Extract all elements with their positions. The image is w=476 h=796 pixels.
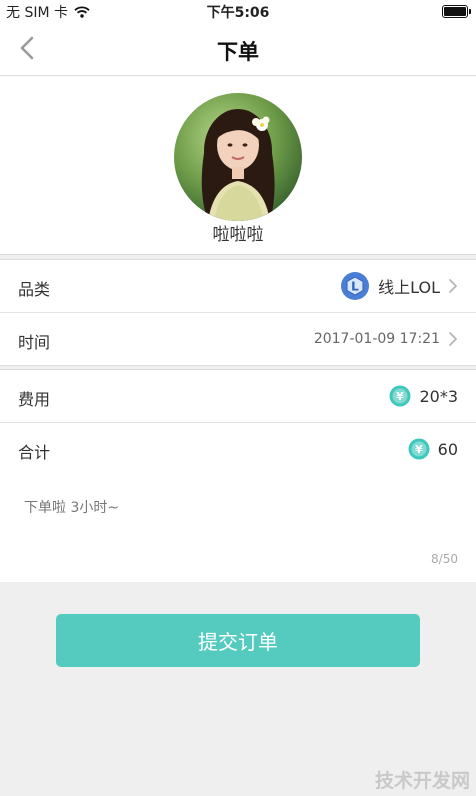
chevron-right-icon bbox=[449, 279, 457, 293]
svg-text:L: L bbox=[351, 280, 359, 294]
avatar[interactable] bbox=[174, 93, 302, 221]
time-value-group: 2017-01-09 17:21 bbox=[314, 313, 458, 365]
submit-order-button[interactable]: 提交订单 bbox=[56, 614, 420, 667]
svg-text:¥: ¥ bbox=[397, 390, 405, 403]
battery-icon bbox=[442, 5, 471, 18]
note-field[interactable]: 下单啦 3小时~ 8/50 bbox=[0, 475, 476, 582]
lol-game-icon: L bbox=[341, 272, 370, 300]
total-value: 60 bbox=[437, 439, 458, 459]
nav-bar: 下单 bbox=[0, 22, 476, 76]
profile-section: 啦啦啦 bbox=[0, 76, 476, 255]
watermark: 技术开发网 bbox=[374, 770, 470, 792]
total-label: 合计 bbox=[18, 443, 51, 462]
svg-text:¥: ¥ bbox=[415, 443, 423, 456]
page-title: 下单 bbox=[217, 40, 259, 64]
coin-icon: ¥ bbox=[408, 438, 430, 460]
chevron-right-icon bbox=[449, 332, 457, 346]
category-label: 品类 bbox=[18, 280, 51, 299]
avatar-photo bbox=[174, 93, 302, 221]
fee-value: 20*3 bbox=[419, 386, 458, 406]
time-label: 时间 bbox=[18, 333, 51, 352]
category-value-group: L 线上LOL bbox=[340, 260, 458, 312]
note-text: 下单啦 3小时~ bbox=[24, 500, 120, 516]
total-value-group: ¥ 60 bbox=[408, 423, 458, 475]
total-row: 合计 ¥ 60 bbox=[0, 422, 476, 475]
time-value: 2017-01-09 17:21 bbox=[313, 331, 440, 347]
status-time: 下午5:06 bbox=[206, 5, 270, 21]
order-info-group: 品类 L 线上LOL 时间 2017-01-09 17:21 bbox=[0, 259, 476, 366]
category-row[interactable]: 品类 L 线上LOL bbox=[0, 260, 476, 312]
profile-name: 啦啦啦 bbox=[212, 225, 264, 245]
fee-label: 费用 bbox=[18, 390, 51, 409]
fee-group: 费用 ¥ 20*3 合计 ¥ 60 bbox=[0, 369, 476, 476]
category-value: 线上LOL bbox=[378, 278, 440, 297]
fee-row: 费用 ¥ 20*3 bbox=[0, 370, 476, 422]
time-row[interactable]: 时间 2017-01-09 17:21 bbox=[0, 312, 476, 365]
coin-icon: ¥ bbox=[389, 385, 411, 407]
fee-value-group: ¥ 20*3 bbox=[389, 370, 458, 422]
note-char-count: 8/50 bbox=[431, 552, 458, 566]
status-bar: 无 SIM 卡 下午5:06 bbox=[0, 0, 476, 22]
